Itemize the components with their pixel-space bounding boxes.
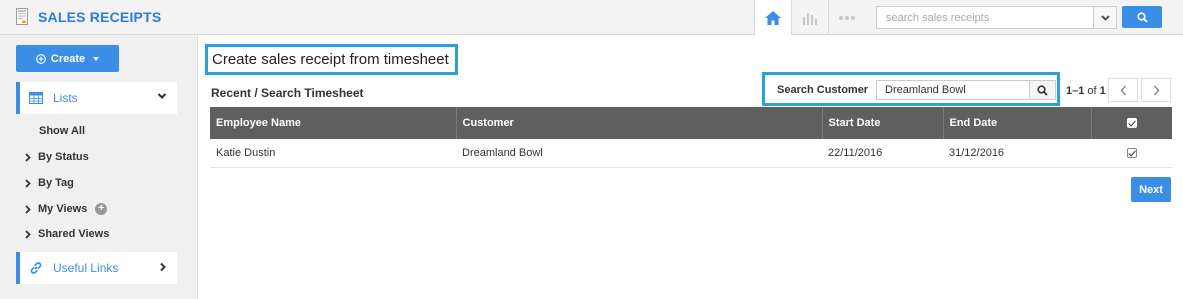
column-header-customer[interactable]: Customer: [456, 107, 823, 139]
sidebar-item-by-status[interactable]: By Status: [24, 151, 89, 163]
search-icon: [1136, 11, 1148, 23]
lists-panel-header[interactable]: Lists: [16, 82, 177, 114]
sidebar-item-label: By Status: [38, 151, 89, 163]
pager-info: 1–1 of 1: [1066, 85, 1106, 97]
row-checkbox[interactable]: [1126, 147, 1137, 158]
cell-end-date: 31/12/2016: [943, 139, 1091, 168]
bar-chart-icon: [803, 12, 817, 25]
select-all-cell: [1091, 107, 1172, 139]
cell-employee: Katie Dustin: [210, 139, 456, 168]
chevron-down-icon: [157, 93, 167, 99]
plus-circle-icon: [36, 53, 46, 64]
search-filter-dropdown[interactable]: [1093, 7, 1116, 28]
table-row[interactable]: Katie Dustin Dreamland Bowl 22/11/2016 3…: [210, 139, 1172, 168]
search-icon: [1037, 84, 1048, 96]
sidebar-item-label: My Views: [38, 203, 88, 215]
create-button-label: Create: [50, 52, 86, 65]
caret-down-icon: [93, 57, 100, 61]
table-header-row: Employee Name Customer Start Date End Da…: [210, 107, 1172, 139]
search-button[interactable]: [1122, 6, 1162, 28]
home-tab[interactable]: [754, 0, 791, 36]
timesheet-table: Employee Name Customer Start Date End Da…: [210, 107, 1172, 168]
pager-prev-button[interactable]: [1108, 78, 1138, 102]
column-header-start-date[interactable]: Start Date: [822, 107, 944, 139]
link-icon: [28, 260, 44, 276]
column-header-end-date[interactable]: End Date: [943, 107, 1092, 139]
pager-total: 1: [1099, 85, 1106, 97]
useful-links-panel-header[interactable]: Useful Links: [16, 252, 177, 284]
sidebar-item-label: Shared Views: [38, 228, 110, 240]
top-nav-icons: [754, 0, 865, 36]
customer-search-field: [876, 80, 1030, 100]
cell-customer: Dreamland Bowl: [456, 139, 822, 168]
customer-search-button[interactable]: [1030, 80, 1056, 100]
search-input[interactable]: [877, 7, 1087, 28]
select-all-checkbox[interactable]: [1126, 118, 1137, 129]
pager-next-button[interactable]: [1141, 78, 1171, 102]
document-icon: [16, 8, 28, 25]
cell-start-date: 22/11/2016: [822, 139, 943, 168]
add-view-icon[interactable]: +: [95, 203, 108, 215]
app-title: SALES RECEIPTS: [38, 9, 162, 25]
home-icon: [765, 11, 781, 25]
chevron-down-icon: [1100, 14, 1110, 21]
chevron-right-icon: [1153, 85, 1159, 95]
table-icon: [28, 90, 44, 106]
lists-label: Lists: [53, 91, 78, 105]
column-header-employee[interactable]: Employee Name: [210, 107, 457, 139]
reports-tab[interactable]: [791, 0, 828, 35]
chevron-left-icon: [1120, 85, 1126, 95]
sidebar-item-my-views[interactable]: My Views +: [24, 203, 108, 215]
chevron-right-icon: [24, 152, 32, 162]
customer-search-label: Search Customer: [777, 84, 869, 96]
sidebar-item-by-tag[interactable]: By Tag: [24, 177, 74, 189]
chevron-right-icon: [160, 262, 166, 272]
more-dots-icon: [839, 15, 855, 20]
top-bar: SALES RECEIPTS: [0, 0, 1183, 36]
sidebar-item-show-all[interactable]: Show All: [39, 125, 85, 137]
section-title: Recent / Search Timesheet: [211, 86, 364, 100]
search-field: [876, 6, 1117, 29]
cell-select: [1091, 139, 1172, 168]
pager-range: 1–1: [1066, 85, 1085, 97]
chevron-right-icon: [24, 178, 32, 188]
sidebar: Create Lists Show All By Status By Tag M…: [0, 35, 198, 299]
more-tab[interactable]: [828, 0, 865, 35]
customer-search-input[interactable]: [877, 81, 1029, 99]
sidebar-item-label: By Tag: [38, 177, 74, 189]
page-title-highlight: Create sales receipt from timesheet: [205, 44, 458, 75]
customer-search-highlight: Search Customer: [762, 72, 1060, 106]
next-button[interactable]: Next: [1131, 177, 1171, 202]
create-button[interactable]: Create: [16, 45, 119, 72]
chevron-right-icon: [24, 204, 32, 214]
pager-of: of: [1087, 85, 1097, 97]
page-title: Create sales receipt from timesheet: [212, 51, 449, 68]
chevron-right-icon: [24, 229, 32, 239]
sidebar-item-label: Show All: [39, 125, 86, 137]
useful-links-label: Useful Links: [53, 261, 119, 275]
sidebar-item-shared-views[interactable]: Shared Views: [24, 228, 109, 240]
